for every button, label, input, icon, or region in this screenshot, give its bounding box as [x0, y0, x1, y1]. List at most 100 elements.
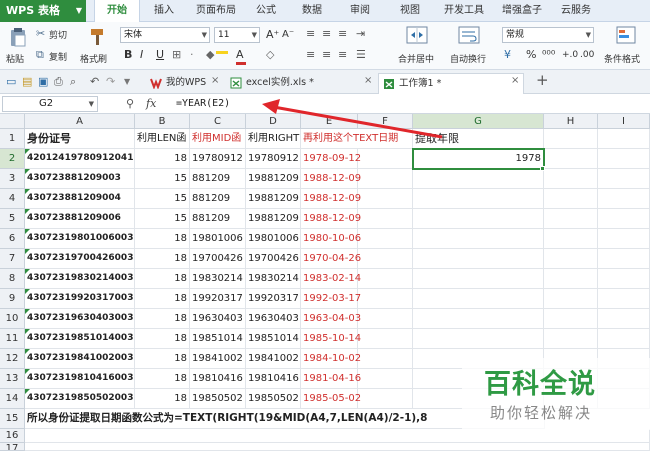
- font-name-select[interactable]: 宋体 ▼: [120, 27, 210, 43]
- cell-id[interactable]: 430723199203170031: [25, 289, 135, 309]
- cell-id[interactable]: 430723881209004: [25, 189, 135, 209]
- cell-mid[interactable]: 881209: [190, 189, 246, 209]
- select-all-corner[interactable]: [0, 114, 25, 129]
- cell-len[interactable]: 18: [135, 369, 190, 389]
- name-box[interactable]: G2 ▼: [2, 96, 98, 112]
- cell-right[interactable]: 19881209: [246, 189, 301, 209]
- cell-len[interactable]: 18: [135, 329, 190, 349]
- cell-date[interactable]: 1992-03-17: [301, 289, 361, 309]
- wrap-text-button[interactable]: 自动换行: [450, 52, 486, 65]
- cell-right[interactable]: 19881209: [246, 169, 301, 189]
- cell-right[interactable]: 19920317: [246, 289, 301, 309]
- cell-id[interactable]: 430723881209003: [25, 169, 135, 189]
- row-header[interactable]: 15: [0, 409, 25, 429]
- row-header[interactable]: 16: [0, 429, 25, 443]
- cell-id[interactable]: 430723198510140031: [25, 329, 135, 349]
- cell-f[interactable]: [358, 209, 413, 229]
- cell-h[interactable]: [544, 209, 598, 229]
- align-bottom-icon[interactable]: ≡: [338, 27, 347, 41]
- tab-data[interactable]: 数据: [292, 0, 332, 22]
- row-header[interactable]: 11: [0, 329, 25, 349]
- close-icon[interactable]: ×: [364, 75, 372, 86]
- format-painter-icon[interactable]: [88, 27, 106, 47]
- row-header[interactable]: 3: [0, 169, 25, 189]
- cell-date[interactable]: 1981-04-16: [301, 369, 361, 389]
- cell-f[interactable]: [358, 309, 413, 329]
- cell-i[interactable]: [598, 329, 650, 349]
- cell-year[interactable]: [413, 189, 544, 209]
- cell-d1[interactable]: 利用RIGHT: [246, 129, 301, 149]
- cell-f[interactable]: [358, 289, 413, 309]
- row-header[interactable]: 4: [0, 189, 25, 209]
- cell-date[interactable]: 1978-09-12: [301, 149, 361, 169]
- number-format-select[interactable]: 常规 ▼: [502, 27, 594, 43]
- cell-date[interactable]: 1970-04-26: [301, 249, 361, 269]
- cell-f[interactable]: [358, 329, 413, 349]
- paste-button[interactable]: 粘贴: [6, 52, 24, 65]
- column-header-b[interactable]: B: [135, 114, 190, 129]
- undo-icon[interactable]: ↶: [90, 75, 99, 89]
- row-header[interactable]: 10: [0, 309, 25, 329]
- increase-decimal-icon[interactable]: +.0: [562, 48, 578, 62]
- align-right-icon[interactable]: ≡: [338, 48, 347, 62]
- empty-row[interactable]: [25, 429, 650, 443]
- cell-len[interactable]: 18: [135, 389, 190, 409]
- tab-cloud-service[interactable]: 云服务: [554, 0, 598, 22]
- font-size-select[interactable]: 11 ▼: [214, 27, 260, 43]
- fill-color-icon[interactable]: ◆: [206, 48, 214, 62]
- app-menu-button[interactable]: WPS 表格 ▼: [0, 0, 86, 22]
- save-icon[interactable]: ▣: [38, 75, 48, 89]
- cell-i[interactable]: [598, 149, 650, 169]
- cell-f[interactable]: [358, 249, 413, 269]
- clear-format-icon[interactable]: ◇: [266, 48, 274, 62]
- cell-year[interactable]: [413, 169, 544, 189]
- print-preview-icon[interactable]: ⌕: [70, 75, 76, 89]
- cell-right[interactable]: 19810416: [246, 369, 301, 389]
- cut-button[interactable]: 剪切: [49, 28, 67, 41]
- decrease-decimal-icon[interactable]: .00: [580, 48, 594, 62]
- copy-icon[interactable]: ⧉: [36, 48, 44, 62]
- tab-page-layout[interactable]: 页面布局: [188, 0, 244, 22]
- font-color-icon[interactable]: A: [236, 48, 244, 62]
- cell-date[interactable]: 1984-10-02: [301, 349, 361, 369]
- conditional-format-button[interactable]: 条件格式: [604, 52, 640, 65]
- cell-right[interactable]: 19801006: [246, 229, 301, 249]
- thousands-icon[interactable]: ⁰⁰⁰: [542, 48, 555, 62]
- tab-insert[interactable]: 插入: [142, 0, 186, 22]
- cell-a1[interactable]: 身份证号: [25, 129, 135, 149]
- empty-row[interactable]: [25, 443, 650, 451]
- column-header-f[interactable]: F: [358, 114, 413, 129]
- cell-h[interactable]: [544, 149, 598, 169]
- format-painter-button[interactable]: 格式刷: [80, 52, 107, 65]
- cell-len[interactable]: 18: [135, 349, 190, 369]
- cell-len[interactable]: 18: [135, 289, 190, 309]
- cell-f[interactable]: [358, 349, 413, 369]
- row-header[interactable]: 9: [0, 289, 25, 309]
- cell-year[interactable]: [413, 249, 544, 269]
- new-file-icon[interactable]: ▭: [6, 75, 16, 89]
- column-header-h[interactable]: H: [544, 114, 598, 129]
- tab-view[interactable]: 视图: [390, 0, 430, 22]
- merge-center-icon[interactable]: [406, 26, 428, 44]
- cell-right[interactable]: 19850502: [246, 389, 301, 409]
- cell-right[interactable]: 19700426: [246, 249, 301, 269]
- align-center-icon[interactable]: ≡: [322, 48, 331, 62]
- cell-i[interactable]: [598, 169, 650, 189]
- open-folder-icon[interactable]: ▤: [22, 75, 32, 89]
- column-header-g[interactable]: G: [413, 114, 544, 129]
- column-header-d[interactable]: D: [246, 114, 301, 129]
- tab-developer[interactable]: 开发工具: [436, 0, 492, 22]
- cell-e1[interactable]: 再利用这个TEXT日期: [301, 129, 413, 149]
- doc-tab-workbook1[interactable]: 工作簿1 *: [378, 73, 524, 94]
- row-header[interactable]: 5: [0, 209, 25, 229]
- cell-id[interactable]: 430723198104160031: [25, 369, 135, 389]
- cell-g1[interactable]: 提取年限: [413, 129, 544, 149]
- cell-right[interactable]: 19780912: [246, 149, 301, 169]
- cell-id[interactable]: 430723198302140031: [25, 269, 135, 289]
- cell-date[interactable]: 1963-04-03: [301, 309, 361, 329]
- cell-year[interactable]: [413, 309, 544, 329]
- scissors-icon[interactable]: ✂: [36, 27, 45, 41]
- cell-date[interactable]: 1985-05-02: [301, 389, 361, 409]
- cell-mid[interactable]: 881209: [190, 169, 246, 189]
- cell-id[interactable]: 430723196304030031: [25, 309, 135, 329]
